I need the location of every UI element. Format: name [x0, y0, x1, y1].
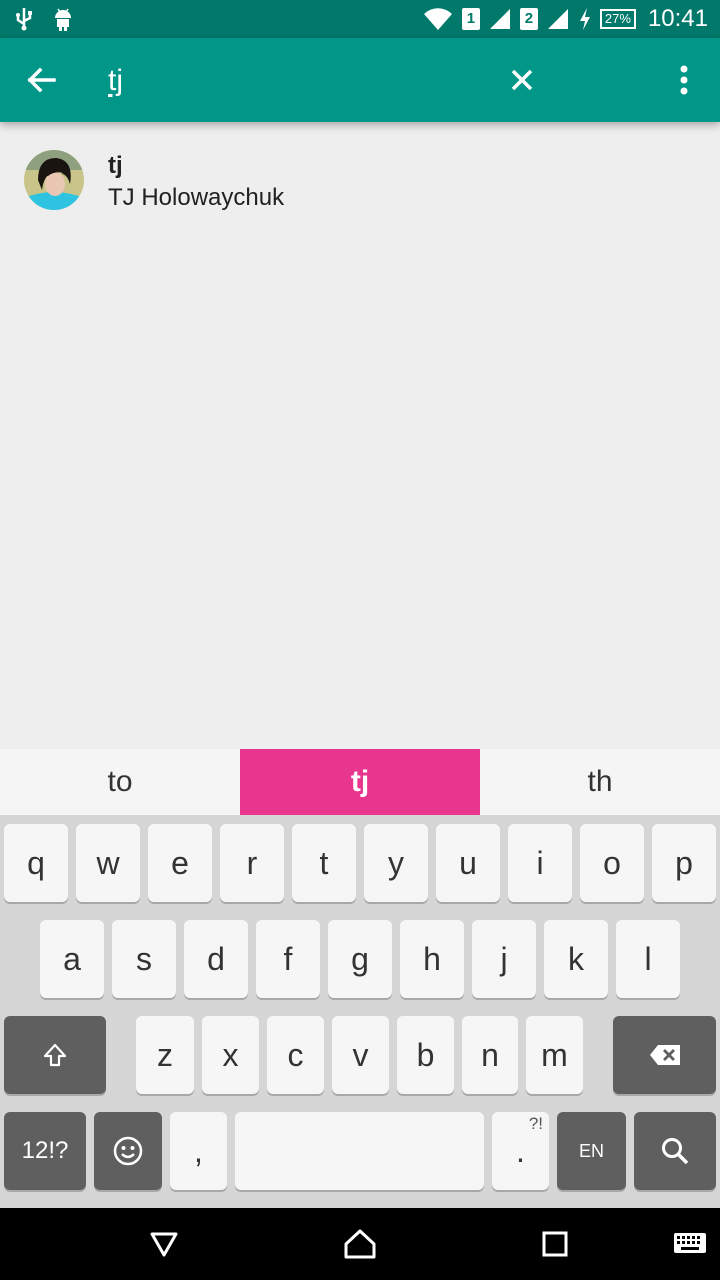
key-k[interactable]: k	[544, 920, 608, 998]
recents-icon[interactable]	[535, 1224, 575, 1264]
key-t[interactable]: t	[292, 824, 356, 902]
key-m[interactable]: m	[526, 1016, 583, 1094]
home-icon[interactable]	[340, 1224, 380, 1264]
result-full-name: TJ Holowaychuk	[108, 184, 285, 211]
result-login: tj	[108, 152, 123, 179]
clock: 10:41	[647, 5, 708, 32]
key-o[interactable]: o	[580, 824, 644, 902]
key-h[interactable]: h	[400, 920, 464, 998]
key-s[interactable]: s	[112, 920, 176, 998]
battery-level: 27%	[599, 9, 636, 29]
key-p[interactable]: p	[652, 824, 716, 902]
key-i[interactable]: i	[508, 824, 572, 902]
key-q[interactable]: q	[4, 824, 68, 902]
key-w[interactable]: w	[76, 824, 140, 902]
search-input[interactable]: tj	[108, 64, 123, 98]
comma-key[interactable]: ,	[170, 1112, 227, 1190]
search-app-bar: tj	[0, 38, 720, 122]
search-icon	[662, 1138, 689, 1165]
navigation-bar	[0, 1208, 720, 1280]
key-b[interactable]: b	[397, 1016, 454, 1094]
key-j[interactable]: j	[472, 920, 536, 998]
usb-icon	[16, 8, 32, 31]
emoji-icon	[113, 1136, 143, 1166]
avatar	[24, 150, 84, 210]
emoji-key[interactable]	[94, 1112, 162, 1190]
more-vert-icon[interactable]	[664, 60, 704, 100]
key-d[interactable]: d	[184, 920, 248, 998]
space-bar[interactable]	[235, 1112, 484, 1190]
suggestion-item[interactable]: to	[0, 749, 240, 815]
period-key[interactable]: ?! .	[492, 1112, 549, 1190]
signal-icon	[489, 9, 510, 29]
sim1-badge: 1	[461, 8, 480, 30]
status-bar: 1 2 27% 10:41	[0, 0, 720, 38]
back-triangle-icon[interactable]	[144, 1224, 184, 1264]
language-key[interactable]: EN	[557, 1112, 626, 1190]
key-g[interactable]: g	[328, 920, 392, 998]
suggestion-strip: to tj th	[0, 749, 720, 815]
key-x[interactable]: x	[202, 1016, 259, 1094]
keyboard-icon[interactable]	[670, 1224, 710, 1264]
backspace-key[interactable]	[613, 1016, 716, 1094]
key-z[interactable]: z	[136, 1016, 194, 1094]
key-r[interactable]: r	[220, 824, 284, 902]
sim2-badge: 2	[519, 8, 538, 30]
key-u[interactable]: u	[436, 824, 500, 902]
shift-icon	[43, 1043, 67, 1067]
search-key[interactable]	[634, 1112, 716, 1190]
android-icon	[55, 8, 71, 31]
suggestion-item-selected[interactable]: tj	[240, 749, 480, 815]
suggestion-item[interactable]: th	[480, 749, 720, 815]
key-l[interactable]: l	[616, 920, 680, 998]
charging-icon	[579, 8, 590, 30]
soft-keyboard: q w e r t y u i o p a s d f g h j k l z …	[0, 815, 720, 1208]
key-a[interactable]: a	[40, 920, 104, 998]
symbols-key[interactable]: 12!?	[4, 1112, 86, 1190]
wifi-icon	[423, 8, 452, 30]
key-n[interactable]: n	[462, 1016, 518, 1094]
arrow-back-icon[interactable]	[22, 60, 62, 100]
period-label: .	[516, 1132, 525, 1169]
key-v[interactable]: v	[332, 1016, 389, 1094]
signal-icon	[547, 9, 568, 29]
shift-key[interactable]	[4, 1016, 106, 1094]
key-c[interactable]: c	[267, 1016, 324, 1094]
backspace-icon	[649, 1045, 680, 1065]
key-y[interactable]: y	[364, 824, 428, 902]
key-e[interactable]: e	[148, 824, 212, 902]
key-f[interactable]: f	[256, 920, 320, 998]
close-icon[interactable]	[502, 60, 542, 100]
list-item[interactable]: tj TJ Holowaychuk	[0, 122, 720, 238]
period-hint: ?!	[528, 1114, 543, 1133]
